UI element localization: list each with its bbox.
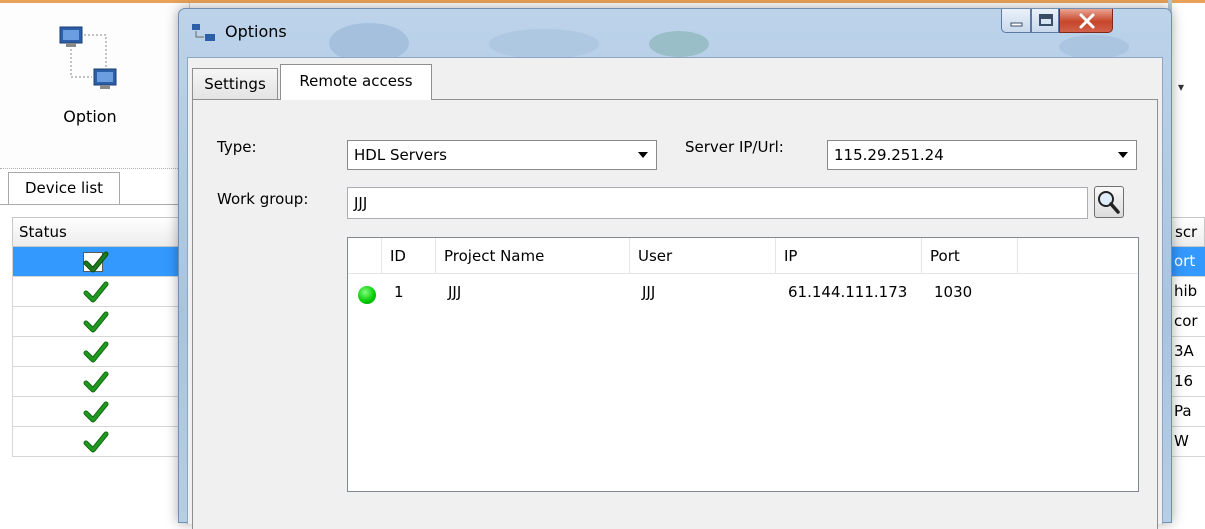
column-header-ip[interactable]: IP <box>776 238 922 274</box>
ribbon-panel: Option <box>0 3 190 169</box>
maximize-icon <box>1039 14 1053 26</box>
description-column-header[interactable]: scr <box>1170 217 1205 247</box>
minimize-button[interactable] <box>1001 9 1031 33</box>
chevron-down-icon <box>1118 152 1128 158</box>
cell-ip: 61.144.111.173 <box>788 283 908 301</box>
description-cell: cor <box>1170 307 1205 337</box>
checkmark-icon <box>83 371 109 393</box>
description-cell: hib <box>1170 277 1205 307</box>
description-cell: ort <box>1170 247 1205 277</box>
options-dialog: Options Settings Remote access Type: HDL… <box>178 8 1172 529</box>
server-ip-label: Server IP/Url: <box>685 138 784 156</box>
status-column-header[interactable]: Status <box>12 217 180 247</box>
work-group-input[interactable]: JJJ <box>347 187 1088 219</box>
magnifier-icon <box>1098 191 1120 214</box>
type-select[interactable]: HDL Servers <box>347 140 657 170</box>
table-row[interactable] <box>12 307 180 337</box>
search-button[interactable] <box>1094 186 1124 218</box>
table-row[interactable] <box>12 367 180 397</box>
project-list: ID Project Name User IP Port 1 JJJ JJJ 6… <box>347 237 1139 492</box>
ribbon-separator <box>0 168 190 169</box>
table-row[interactable] <box>12 277 180 307</box>
cell-project-name: JJJ <box>448 283 462 301</box>
checkmark-icon <box>83 311 109 333</box>
description-cell: 16 <box>1170 367 1205 397</box>
checkmark-icon <box>83 341 109 363</box>
server-ip-value: 115.29.251.24 <box>834 146 944 164</box>
column-header-port[interactable]: Port <box>922 238 1018 274</box>
minimize-icon <box>1010 22 1023 27</box>
dialog-title: Options <box>225 22 287 41</box>
type-label: Type: <box>217 138 257 156</box>
maximize-button[interactable] <box>1031 9 1059 33</box>
table-row[interactable] <box>12 427 180 457</box>
cell-port: 1030 <box>934 283 973 301</box>
work-group-label: Work group: <box>217 190 309 208</box>
tab-remote-access[interactable]: Remote access <box>280 64 432 100</box>
option-button-label[interactable]: Option <box>30 107 150 126</box>
table-row[interactable] <box>12 337 180 367</box>
dialog-client-area: Settings Remote access Type: HDL Servers… <box>187 57 1163 529</box>
checkmark-icon <box>83 251 109 273</box>
device-table: Status <box>12 217 180 457</box>
aero-glass-decoration <box>1059 35 1129 59</box>
chevron-down-icon[interactable]: ▾ <box>1178 80 1184 94</box>
description-column: scr ort hib cor 3A 16 Pa W <box>1170 217 1205 457</box>
type-select-value: HDL Servers <box>354 146 447 164</box>
tab-device-list[interactable]: Device list <box>8 172 120 204</box>
online-status-icon <box>358 286 376 304</box>
options-window-icon <box>191 23 217 43</box>
chevron-down-icon <box>638 152 648 158</box>
column-header-user[interactable]: User <box>630 238 776 274</box>
server-ip-select[interactable]: 115.29.251.24 <box>827 140 1137 170</box>
checkmark-icon <box>83 281 109 303</box>
table-row[interactable] <box>12 397 180 427</box>
project-list-header: ID Project Name User IP Port <box>348 238 1138 274</box>
description-cell: 3A <box>1170 337 1205 367</box>
remote-access-panel: Type: HDL Servers Server IP/Url: 115.29.… <box>192 99 1158 529</box>
checkmark-icon <box>83 431 109 453</box>
column-header-id[interactable]: ID <box>382 238 436 274</box>
close-icon <box>1079 13 1095 29</box>
cell-user: JJJ <box>642 283 656 301</box>
column-header-online[interactable] <box>348 238 382 274</box>
aero-glass-decoration <box>649 31 709 57</box>
cell-id: 1 <box>394 283 404 301</box>
table-row[interactable] <box>12 247 180 277</box>
tab-settings[interactable]: Settings <box>192 68 278 100</box>
tab-baseline <box>0 204 190 205</box>
checkmark-icon <box>83 401 109 423</box>
description-cell: Pa <box>1170 397 1205 427</box>
description-cell: W <box>1170 427 1205 457</box>
network-computers-icon[interactable] <box>50 21 132 103</box>
column-header-project-name[interactable]: Project Name <box>436 238 630 274</box>
close-button[interactable] <box>1059 9 1113 33</box>
aero-glass-decoration <box>489 29 599 59</box>
